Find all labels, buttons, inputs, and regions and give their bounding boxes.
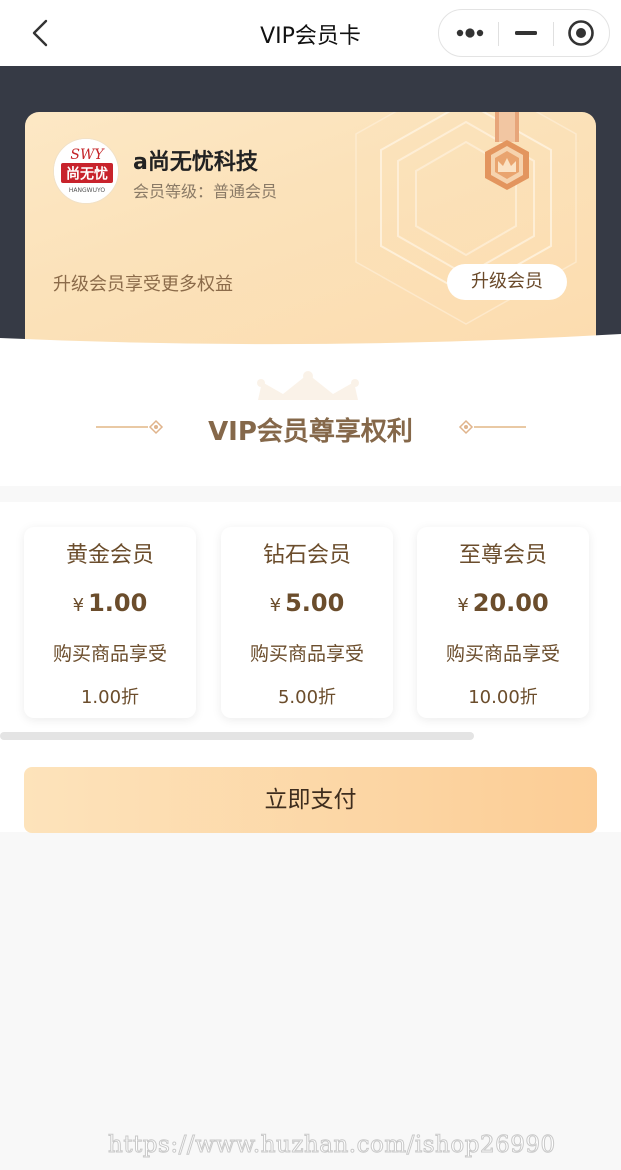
plan-name: 至尊会员 <box>458 543 547 568</box>
more-dots-icon <box>456 28 484 38</box>
plan-price: ¥20.00 <box>417 589 589 617</box>
upgrade-button[interactable]: 升级会员 <box>447 264 567 300</box>
price-amount: 1.00 <box>88 589 148 617</box>
price-amount: 20.00 <box>472 589 549 617</box>
section-title: VIP会员尊享权利 <box>208 417 413 447</box>
upgrade-tip: 升级会员享受更多权益 <box>53 274 233 295</box>
company-logo: SWY 尚无忧 HANGWUYO <box>53 138 119 204</box>
plan-card-supreme[interactable]: 至尊会员 ¥20.00 购买商品享受 10.00折 <box>417 527 589 718</box>
currency-symbol: ¥ <box>269 595 282 616</box>
plan-description: 购买商品享受 <box>445 643 560 665</box>
minimize-button[interactable] <box>499 10 553 56</box>
company-name: a尚无忧科技 <box>133 150 258 175</box>
nav-bar: VIP会员卡 <box>0 0 621 66</box>
plans-section: 黄金会员 ¥1.00 购买商品享受 1.00折 钻石会员 ¥5.00 购买商品享… <box>0 502 621 833</box>
hexagon-pattern-decoration <box>355 112 577 325</box>
plan-price: ¥1.00 <box>24 589 196 617</box>
member-level-label: 会员等级： <box>133 182 214 201</box>
crown-icon <box>257 371 359 400</box>
plan-discount: 10.00折 <box>468 687 538 708</box>
plan-discount: 1.00折 <box>80 687 140 708</box>
vip-card: SWY 尚无忧 HANGWUYO a尚无忧科技 会员等级：普通会员 升级会员享受… <box>25 112 596 352</box>
horizontal-scrollbar <box>0 732 621 740</box>
member-level-value: 普通会员 <box>213 182 278 201</box>
scrollbar-thumb[interactable] <box>0 732 474 740</box>
currency-symbol: ¥ <box>72 595 85 616</box>
target-circle-icon <box>568 20 594 46</box>
mini-program-capsule <box>438 9 610 57</box>
plan-card-gold[interactable]: 黄金会员 ¥1.00 购买商品享受 1.00折 <box>24 527 196 718</box>
page-root: VIP会员卡 SWY 尚无忧 HANGWUYO a尚无忧科技 会员等级：普通会员… <box>0 0 621 1170</box>
crown-medal-icon <box>477 112 537 202</box>
svg-text:尚无忧: 尚无忧 <box>66 166 108 183</box>
benefits-section-header: VIP会员尊享权利 <box>0 356 621 486</box>
price-amount: 5.00 <box>285 589 345 617</box>
plan-discount: 5.00折 <box>277 687 337 708</box>
plan-name: 钻石会员 <box>262 543 351 568</box>
watermark: https://www.huzhan.com/ishop26990 <box>108 1132 556 1159</box>
plan-description: 购买商品享受 <box>249 643 364 665</box>
svg-text:SWY: SWY <box>70 147 105 163</box>
close-button[interactable] <box>554 10 610 56</box>
plan-name: 黄金会员 <box>65 543 154 568</box>
plan-price: ¥5.00 <box>221 589 393 617</box>
plan-card-diamond[interactable]: 钻石会员 ¥5.00 购买商品享受 5.00折 <box>221 527 393 718</box>
currency-symbol: ¥ <box>457 595 469 616</box>
minimize-icon <box>515 31 537 35</box>
svg-text:HANGWUYO: HANGWUYO <box>69 187 105 194</box>
member-level: 会员等级：普通会员 <box>133 178 277 202</box>
plan-description: 购买商品享受 <box>52 643 167 665</box>
pay-now-button[interactable]: 立即支付 <box>24 767 597 833</box>
more-button[interactable] <box>439 10 499 56</box>
